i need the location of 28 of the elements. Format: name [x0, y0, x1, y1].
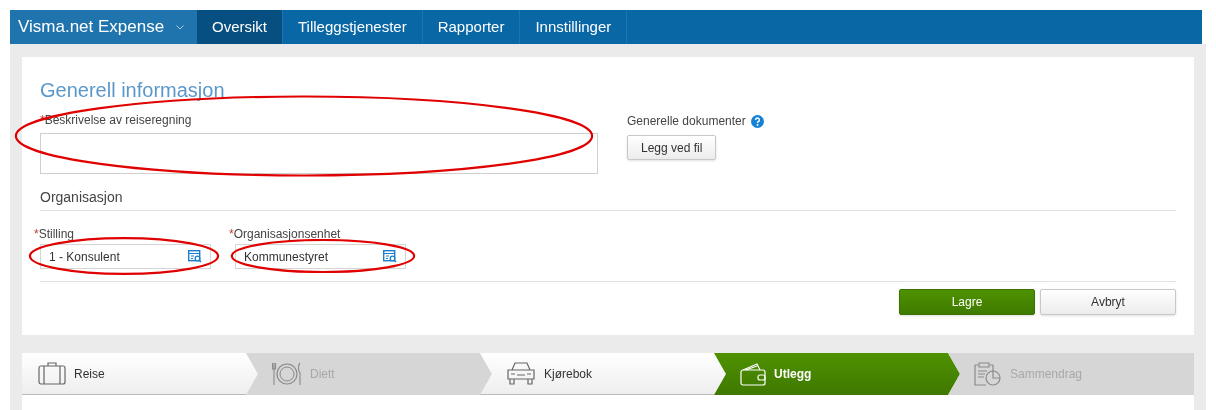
wizard-step[interactable]: Utlegg: [714, 353, 960, 395]
nav-tab[interactable]: Oversikt: [197, 10, 283, 44]
clipboard-chart-icon: [974, 362, 1002, 386]
app-menu[interactable]: Visma.net Expense: [10, 10, 197, 44]
wizard-step[interactable]: Reise: [22, 353, 258, 395]
cancel-button[interactable]: Avbryt: [1040, 289, 1176, 315]
suitcase-icon: [38, 362, 66, 385]
attach-file-button[interactable]: Legg ved fil: [627, 135, 717, 160]
plate-icon: [272, 362, 302, 386]
help-icon[interactable]: [750, 114, 764, 128]
lookup-icon: [383, 250, 397, 263]
lookup-field[interactable]: Kommunestyret: [235, 244, 406, 269]
required-marker: *: [229, 226, 234, 243]
field-label: Generelle dokumenter: [627, 113, 746, 130]
wallet-icon: [740, 362, 766, 386]
section-heading: Organisasjon: [40, 188, 124, 206]
lookup-field[interactable]: 1 - Konsulent: [40, 244, 211, 269]
required-marker: *: [34, 226, 39, 243]
field-label: Stilling: [38, 226, 75, 243]
chevron-down-icon: [176, 24, 185, 30]
save-button[interactable]: Lagre: [899, 289, 1035, 315]
wizard-step[interactable]: Kjørebok: [480, 353, 726, 395]
field-label: Organisasjonsenhet: [233, 226, 341, 243]
lookup-icon: [188, 250, 202, 263]
section-title: Generell informasjon: [40, 78, 226, 103]
field-label: Beskrivelse av reiseregning: [44, 112, 192, 129]
car-icon: [506, 362, 536, 385]
description-field[interactable]: [40, 133, 598, 174]
